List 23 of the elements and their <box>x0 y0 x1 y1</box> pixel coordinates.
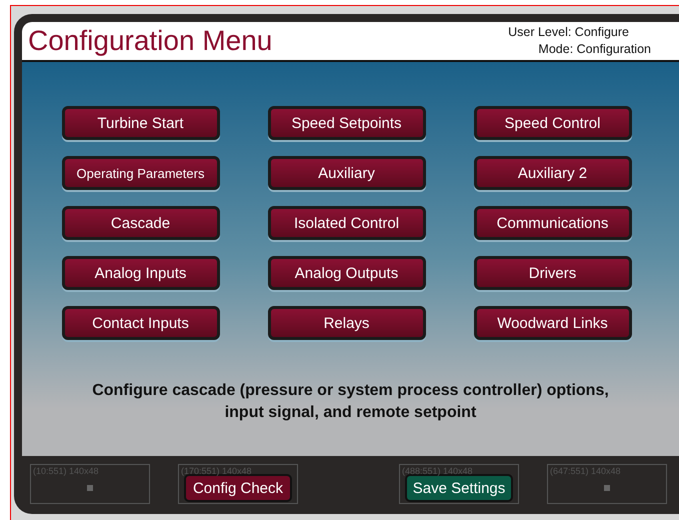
soft-key-button[interactable]: Config Check <box>184 474 292 502</box>
soft-key-button[interactable]: Save Settings <box>405 474 513 502</box>
menu-button[interactable]: Operating Parameters <box>62 156 220 190</box>
user-level-text: User Level: Configure <box>508 24 629 41</box>
menu-button[interactable]: Speed Setpoints <box>268 106 426 140</box>
mode-text: Mode: Configuration <box>538 41 651 58</box>
description-text: Configure cascade (pressure or system process controller) options, input signal, and remote setpoint <box>91 381 610 424</box>
menu-button[interactable]: Woodward Links <box>474 306 632 340</box>
menu-button[interactable]: Auxiliary <box>268 156 426 190</box>
menu-button[interactable]: Relays <box>268 306 426 340</box>
menu-button[interactable]: Drivers <box>474 256 632 290</box>
menu-button[interactable]: Analog Outputs <box>268 256 426 290</box>
menu-button[interactable]: Speed Control <box>474 106 632 140</box>
square-icon <box>87 485 93 491</box>
menu-button[interactable]: Analog Inputs <box>62 256 220 290</box>
menu-button[interactable]: Communications <box>474 206 632 240</box>
menu-button[interactable]: Auxiliary 2 <box>474 156 632 190</box>
square-icon <box>604 485 610 491</box>
menu-button[interactable]: Isolated Control <box>268 206 426 240</box>
menu-button[interactable]: Turbine Start <box>62 106 220 140</box>
menu-button[interactable]: Contact Inputs <box>62 306 220 340</box>
menu-button[interactable]: Cascade <box>62 206 220 240</box>
page-title: Configuration Menu <box>28 25 272 57</box>
